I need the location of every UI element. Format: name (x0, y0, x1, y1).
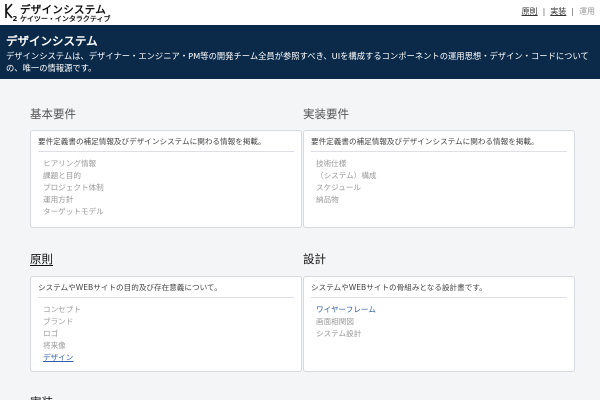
card-item-list: ヒアリング情報 課題と目的 プロジェクト体制 運用方針 ターゲットモデル (38, 152, 294, 218)
list-item: システム設計 (316, 329, 362, 338)
list-item: 課題と目的 (43, 171, 81, 180)
list-item: 将来像 (43, 341, 66, 350)
nav-link-implementation[interactable]: 実装 (550, 6, 566, 17)
card-description: システムやWEBサイトの目的及び存在意義について。 (38, 282, 294, 298)
list-item: ターゲットモデル (43, 207, 104, 216)
list-item: ロゴ (43, 329, 59, 338)
card-description: システムやWEBサイトの骨組みとなる設計書です。 (311, 282, 567, 298)
card-principles: システムやWEBサイトの目的及び存在意義について。 コンセプト ブランド ロゴ … (30, 276, 302, 372)
list-item-link-design[interactable]: デザイン (43, 352, 294, 364)
card-description: 要件定義書の補足情報及びデザインシステムに関わる情報を掲載。 (38, 136, 294, 152)
list-item: 運用方針 (43, 195, 74, 204)
svg-text:2: 2 (13, 15, 18, 22)
page-description: デザインシステムは、デザイナー・エンジニア・PM等の開発チーム全員が参照すべき、… (6, 51, 589, 73)
list-item: 画面相関図 (316, 317, 354, 326)
k2-logo-icon[interactable]: 2 (4, 2, 18, 22)
card-item-list: ワイヤーフレーム 画面相関図 システム設計 (311, 298, 567, 340)
section-title-implementation-requirements: 実装要件 (303, 107, 349, 121)
nav-separator: | (542, 7, 546, 16)
nav-link-operation: 運用 (579, 7, 595, 16)
list-item: 納品物 (316, 195, 339, 204)
section-title-basic-requirements: 基本要件 (30, 107, 76, 121)
section-title-principles[interactable]: 原則 (30, 251, 53, 267)
card-implementation-requirements: 要件定義書の補足情報及びデザインシステムに関わる情報を掲載。 技術仕様 （システ… (303, 130, 575, 228)
page-title: デザインシステム (6, 34, 98, 48)
card-item-list: コンセプト ブランド ロゴ 将来像 デザイン (38, 298, 294, 364)
logo-subtitle: ケイツー・インタラクティブ (20, 15, 111, 23)
card-design: システムやWEBサイトの骨組みとなる設計書です。 ワイヤーフレーム 画面相関図 … (303, 276, 575, 372)
top-nav: 原則 | 実装 | 運用 (522, 6, 595, 17)
section-title-design: 設計 (303, 252, 326, 266)
list-item: ブランド (43, 317, 74, 326)
list-item-link-wireframe[interactable]: ワイヤーフレーム (316, 304, 567, 316)
card-description: 要件定義書の補足情報及びデザインシステムに関わる情報を掲載。 (311, 136, 567, 152)
section-title-implementation: 実装 (30, 394, 53, 400)
card-basic-requirements: 要件定義書の補足情報及びデザインシステムに関わる情報を掲載。 ヒアリング情報 課… (30, 130, 302, 228)
list-item: コンセプト (43, 305, 81, 314)
list-item: （システム）構成 (316, 171, 377, 180)
nav-link-principles[interactable]: 原則 (522, 6, 538, 17)
list-item: スケジュール (316, 183, 362, 192)
list-item: 技術仕様 (316, 159, 347, 168)
list-item: ヒアリング情報 (43, 159, 97, 168)
nav-separator: | (571, 7, 574, 16)
hero-banner: デザインシステム デザインシステムは、デザイナー・エンジニア・PM等の開発チーム… (0, 25, 600, 79)
top-bar: 2 デザインシステム ケイツー・インタラクティブ 原則 | 実装 | 運用 (0, 0, 600, 25)
list-item: プロジェクト体制 (43, 183, 104, 192)
card-item-list: 技術仕様 （システム）構成 スケジュール 納品物 (311, 152, 567, 206)
